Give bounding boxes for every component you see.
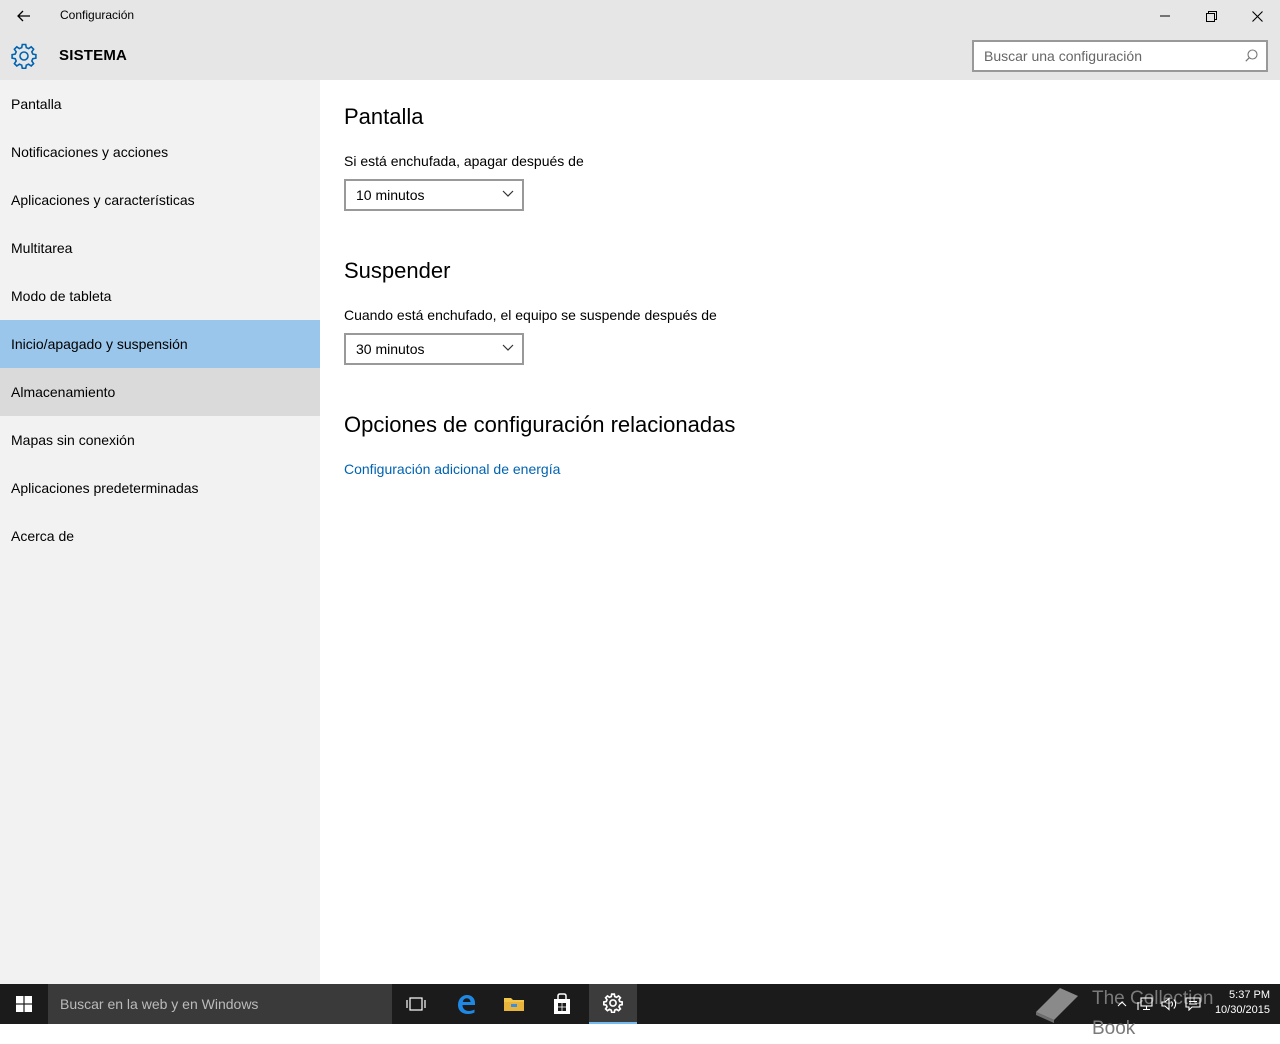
back-arrow-icon <box>17 10 30 22</box>
sidebar-item-almacenamiento[interactable]: Almacenamiento <box>0 368 320 416</box>
edge-button[interactable] <box>442 984 490 1024</box>
restore-icon <box>1205 10 1217 22</box>
gear-icon <box>603 993 623 1013</box>
volume-tray-button[interactable] <box>1158 984 1180 1024</box>
task-view-button[interactable] <box>392 984 440 1024</box>
folder-icon <box>504 998 524 1011</box>
restore-button[interactable] <box>1188 0 1234 32</box>
screen-timeout-value: 10 minutos <box>356 187 425 203</box>
sidebar-item-aplicaciones[interactable]: Aplicaciones y características <box>0 176 320 224</box>
title-bar: Configuración <box>0 0 1280 32</box>
action-center-button[interactable] <box>1182 984 1204 1024</box>
related-settings-heading: Opciones de configuración relacionadas <box>344 412 736 437</box>
speaker-icon <box>1160 997 1176 1011</box>
sleep-timeout-label: Cuando está enchufado, el equipo se susp… <box>344 307 717 323</box>
store-bag-icon <box>554 993 570 1014</box>
minimize-icon <box>1160 15 1170 17</box>
network-icon <box>1137 997 1153 1011</box>
notification-icon <box>1185 997 1201 1011</box>
screen-timeout-dropdown[interactable]: 10 minutos <box>344 179 524 211</box>
screen-heading: Pantalla <box>344 104 424 129</box>
clock-date: 10/30/2015 <box>1214 1004 1270 1016</box>
sidebar-item-multitarea[interactable]: Multitarea <box>0 224 320 272</box>
screen-timeout-label: Si está enchufada, apagar después de <box>344 153 584 169</box>
chevron-down-icon <box>502 344 514 351</box>
chevron-up-icon <box>1117 1001 1127 1007</box>
main-content: Pantalla Si está enchufada, apagar despu… <box>320 80 1280 984</box>
taskbar: Buscar en la web y en Windows The Collec… <box>0 984 1280 1039</box>
sleep-timeout-dropdown[interactable]: 30 minutos <box>344 333 524 365</box>
settings-taskbar-button[interactable] <box>589 984 637 1024</box>
app-title: Configuración <box>60 8 135 22</box>
sidebar-item-inicio-apagado[interactable]: Inicio/apagado y suspensión <box>0 320 320 368</box>
gear-icon <box>11 43 37 69</box>
sidebar-item-pantalla[interactable]: Pantalla <box>0 80 320 128</box>
sidebar-nav: Pantalla Notificaciones y acciones Aplic… <box>0 80 320 984</box>
section-title: SISTEMA <box>59 47 128 64</box>
sidebar-item-notificaciones[interactable]: Notificaciones y acciones <box>0 128 320 176</box>
settings-header: SISTEMA <box>0 32 1280 80</box>
back-button[interactable] <box>8 0 40 32</box>
clock-time: 5:37 PM <box>1229 989 1270 1001</box>
start-button[interactable] <box>0 984 48 1024</box>
book-logo-icon <box>1036 988 1078 1023</box>
sidebar-item-modo-tableta[interactable]: Modo de tableta <box>0 272 320 320</box>
chevron-down-icon <box>502 190 514 197</box>
additional-power-settings-link[interactable]: Configuración adicional de energía <box>344 461 560 477</box>
sidebar-item-mapas[interactable]: Mapas sin conexión <box>0 416 320 464</box>
store-button[interactable] <box>538 984 586 1024</box>
settings-search-input[interactable] <box>974 42 1224 70</box>
show-hidden-icons-button[interactable] <box>1112 984 1132 1024</box>
sidebar-item-acerca-de[interactable]: Acerca de <box>0 512 320 560</box>
minimize-button[interactable] <box>1142 0 1188 32</box>
network-tray-button[interactable] <box>1134 984 1156 1024</box>
sleep-heading: Suspender <box>344 258 451 283</box>
sidebar-item-aplicaciones-predeterminadas[interactable]: Aplicaciones predeterminadas <box>0 464 320 512</box>
windows-logo-icon <box>16 996 32 1012</box>
edge-browser-icon <box>458 995 475 1014</box>
sleep-timeout-value: 30 minutos <box>356 341 425 357</box>
close-icon <box>1251 10 1263 22</box>
clock[interactable]: 5:37 PM 10/30/2015 <box>1215 988 1270 1018</box>
search-icon[interactable] <box>1245 49 1258 62</box>
task-view-icon <box>406 997 426 1011</box>
file-explorer-button[interactable] <box>490 984 538 1024</box>
taskbar-search-box[interactable]: Buscar en la web y en Windows <box>48 984 392 1024</box>
close-button[interactable] <box>1234 0 1280 32</box>
settings-search-box[interactable] <box>972 40 1268 72</box>
